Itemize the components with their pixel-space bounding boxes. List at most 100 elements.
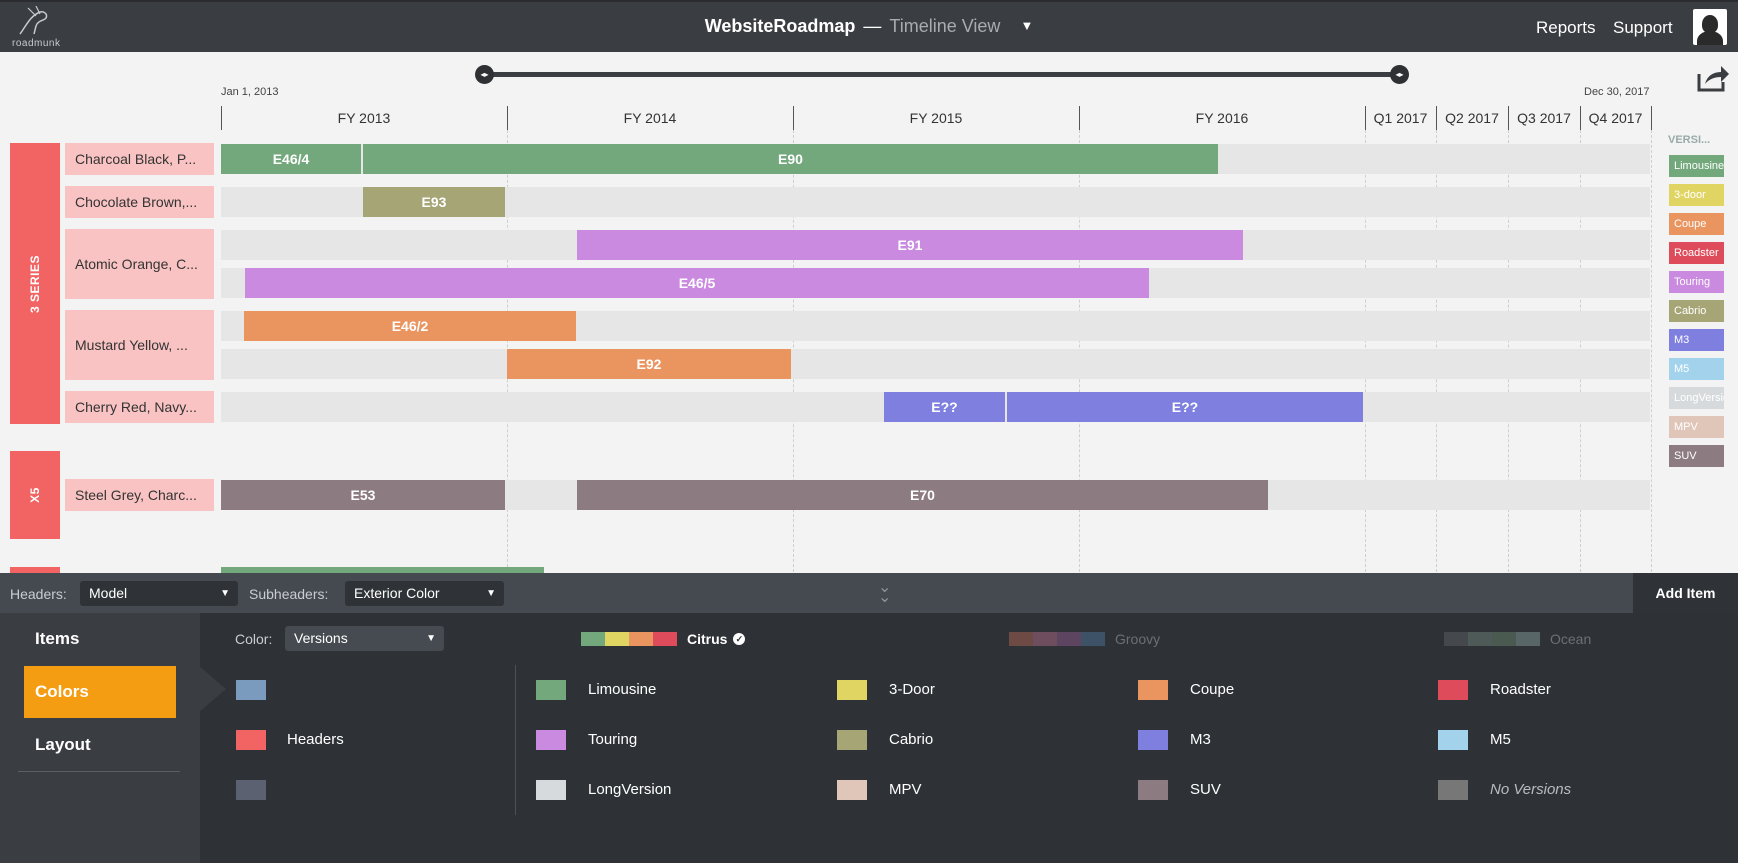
color-by-select[interactable]: Versions ▼ [285, 626, 444, 651]
version-color-swatch[interactable] [837, 730, 867, 750]
version-color-swatch[interactable] [1138, 680, 1168, 700]
view-dropdown-caret-icon[interactable]: ▼ [1020, 18, 1033, 33]
timeline-period-label: Q3 2017 [1517, 110, 1571, 126]
roadmap-item-bar[interactable]: E46/5 [245, 268, 1149, 298]
timeline-range-track[interactable] [485, 72, 1400, 77]
timeline-period-tick [1508, 106, 1509, 130]
timeline-period-label: FY 2015 [909, 110, 963, 126]
header-label: 3 SERIES [28, 254, 42, 313]
subheaders-label: Subheaders: [249, 586, 329, 602]
headers-label: Headers: [10, 586, 67, 602]
add-item-button[interactable]: Add Item [1633, 573, 1738, 613]
timeline-period-label: FY 2016 [1195, 110, 1249, 126]
top-bar: roadmunk WebsiteRoadmap — Timeline View ▼ R… [0, 0, 1738, 52]
range-end-handle[interactable]: ◂▸ [1390, 65, 1409, 84]
roadmap-item-bar[interactable]: E90 [363, 144, 1218, 174]
timeline-period-label: Q1 2017 [1373, 110, 1428, 126]
subheader-charcoal-black[interactable]: Charcoal Black, P... [65, 143, 214, 175]
version-color-label: LongVersion [588, 781, 672, 798]
avatar-body [1697, 31, 1723, 45]
headers-select-value: Model [89, 585, 128, 601]
checkmark-icon: ✓ [733, 633, 746, 645]
version-color-swatch[interactable] [536, 780, 566, 800]
roadmap-item-bar[interactable]: E91 [577, 230, 1243, 260]
version-color-label: M3 [1190, 731, 1211, 748]
roadmap-item-bar[interactable]: E53 [221, 480, 505, 510]
roadmap-item-bar[interactable]: E93 [363, 187, 505, 217]
roadmap-title-selector[interactable]: WebsiteRoadmap — Timeline View ▼ [0, 16, 1738, 37]
version-color-swatch[interactable] [1138, 780, 1168, 800]
theme-swatch [1009, 632, 1033, 646]
color-label: Headers [287, 731, 344, 748]
collapse-panel-icon[interactable]: ⌄ ⌄ [878, 580, 891, 606]
menu-divider [18, 771, 180, 772]
header-label: X5 [28, 487, 42, 503]
theme-ocean[interactable]: Ocean [1444, 631, 1591, 647]
color-swatch[interactable] [236, 730, 266, 750]
subheader-mustard-yellow[interactable]: Mustard Yellow, ... [65, 310, 214, 380]
roadmap-item-bar[interactable]: E46/4 [221, 144, 361, 174]
version-color-swatch[interactable] [1138, 730, 1168, 750]
legend-item: Roadster [1669, 242, 1724, 264]
version-color-swatch[interactable] [837, 780, 867, 800]
legend-item: Touring [1669, 271, 1724, 293]
color-by-select-value: Versions [294, 630, 348, 646]
row-track [221, 349, 1650, 379]
subheader-atomic-orange[interactable]: Atomic Orange, C... [65, 229, 214, 299]
version-color-label: 3-Door [889, 681, 935, 698]
version-color-label: No Versions [1490, 781, 1572, 798]
version-color-swatch[interactable] [837, 680, 867, 700]
roadmap-item-bar[interactable]: E92 [507, 349, 791, 379]
panel-divider [515, 665, 516, 815]
range-start-handle[interactable]: ◂▸ [475, 65, 494, 84]
version-color-swatch[interactable] [1438, 730, 1468, 750]
user-avatar[interactable] [1693, 9, 1727, 45]
timeline-period-tick [507, 106, 508, 130]
timeline-period-label: Q4 2017 [1588, 110, 1643, 126]
version-color-label: Touring [588, 731, 638, 748]
color-swatch[interactable] [236, 680, 266, 700]
roadmap-item-bar[interactable]: E70 [577, 480, 1268, 510]
subheader-chocolate-brown[interactable]: Chocolate Brown,... [65, 186, 214, 218]
timeline-period-label: FY 2013 [337, 110, 391, 126]
roadmap-item-bar[interactable]: E?? [1007, 392, 1363, 422]
legend-item: 3-door [1669, 184, 1724, 206]
legend-item: LongVersion [1669, 387, 1724, 409]
theme-swatch [605, 632, 629, 646]
version-color-label: Roadster [1490, 681, 1551, 698]
support-link[interactable]: Support [1613, 18, 1673, 38]
roadmap-item-bar[interactable]: E46/2 [244, 311, 576, 341]
header-3-series[interactable]: 3 SERIES [10, 143, 60, 424]
roadmap-item-bar[interactable]: E?? [884, 392, 1005, 422]
theme-citrus[interactable]: Citrus ✓ [581, 631, 746, 647]
menu-item-colors[interactable]: Colors [24, 666, 176, 718]
version-color-swatch[interactable] [1438, 680, 1468, 700]
timeline-period-label: Q2 2017 [1445, 110, 1499, 126]
subheaders-select[interactable]: Exterior Color ▼ [345, 581, 504, 606]
menu-item-layout[interactable]: Layout [24, 719, 176, 771]
version-color-swatch[interactable] [1438, 780, 1468, 800]
version-color-swatch[interactable] [536, 730, 566, 750]
theme-swatch [1516, 632, 1540, 646]
menu-item-items[interactable]: Items [24, 613, 176, 665]
headers-select[interactable]: Model ▼ [80, 581, 238, 606]
theme-swatch [1492, 632, 1516, 646]
color-swatch[interactable] [236, 780, 266, 800]
theme-swatch [581, 632, 605, 646]
legend-item: M5 [1669, 358, 1724, 380]
reports-link[interactable]: Reports [1536, 18, 1596, 38]
theme-groovy[interactable]: Groovy [1009, 631, 1160, 647]
theme-swatch [1081, 632, 1105, 646]
legend-item: SUV [1669, 445, 1724, 467]
theme-name: Ocean [1550, 631, 1592, 647]
timeline-gridline [1651, 130, 1652, 572]
share-export-icon[interactable] [1695, 62, 1731, 94]
timeline-start-date: Jan 1, 2013 [221, 86, 279, 98]
subheader-cherry-red[interactable]: Cherry Red, Navy... [65, 391, 214, 423]
theme-swatch [653, 632, 677, 646]
theme-name: Citrus [687, 631, 728, 647]
legend-item: M3 [1669, 329, 1724, 351]
subheader-steel-grey[interactable]: Steel Grey, Charc... [65, 479, 214, 511]
header-x5[interactable]: X5 [10, 451, 60, 539]
version-color-swatch[interactable] [536, 680, 566, 700]
